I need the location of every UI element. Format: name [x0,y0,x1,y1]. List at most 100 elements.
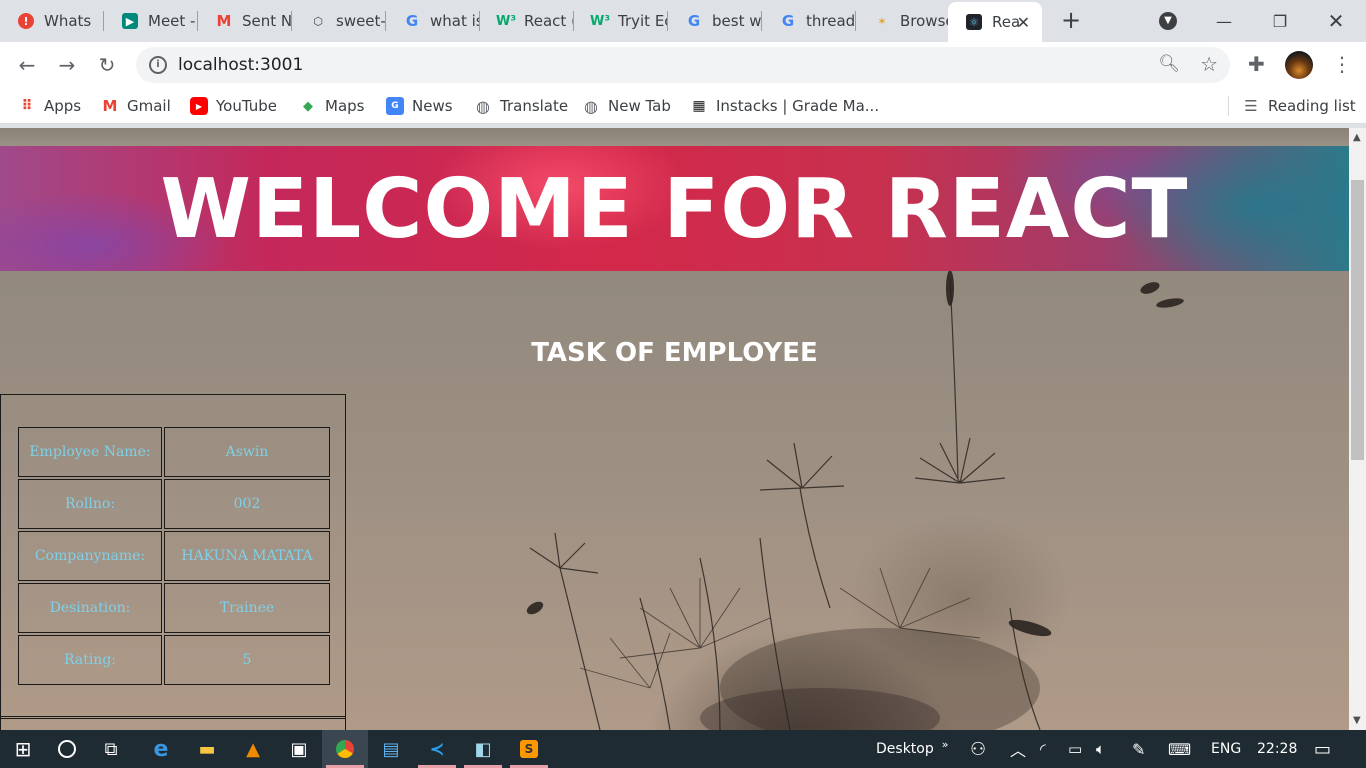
minimize-icon: — [1216,11,1232,31]
tab-gmail[interactable]: M Sent N [198,0,292,42]
cortana-icon [58,740,76,758]
bookmark-star-icon[interactable]: ☆ [1200,52,1218,76]
tab-tryit[interactable]: W³ Tryit Ec [574,0,668,42]
zoom-icon[interactable]: 🔍︎ [1158,54,1180,74]
close-tab-icon[interactable]: ✕ [1017,13,1030,32]
arrow-left-icon: ← [18,53,36,77]
more-menu-icon[interactable]: ⋮ [1332,52,1352,76]
bookmark-maps[interactable]: ◆ Maps [299,95,364,117]
google-icon: G [405,12,419,30]
bookmark-instacks[interactable]: ▦ Instacks | Grade Ma... [690,95,879,117]
people-icon[interactable]: ⚇ [970,730,986,768]
tab-search-button[interactable]: ▼ [1140,0,1196,42]
tab-sweet[interactable]: ⬡ sweet- [292,0,386,42]
alert-icon: ! [18,13,34,29]
language-indicator[interactable]: ENG [1211,730,1241,768]
table-row: Rollno: 002 [18,479,330,529]
tab-what-is[interactable]: G what is [386,0,480,42]
reload-button[interactable]: ↻ [94,52,120,78]
extensions-icon[interactable]: ✚ [1248,52,1265,76]
sublime-button[interactable]: S [506,730,552,768]
tab-whatsapp[interactable]: ! Whats [0,0,104,42]
store-button[interactable]: ▣ [276,730,322,768]
task-view-button[interactable]: ⧉ [88,730,134,768]
start-button[interactable]: ⊞ [0,730,46,768]
volume-icon[interactable]: 🔈︎ [1096,730,1105,768]
tab-title: Sent N [242,12,292,30]
row-value: Trainee [164,583,330,633]
clock[interactable]: 22:28 [1257,730,1297,768]
pen-icon[interactable]: ✎ [1132,730,1145,768]
tab-title: sweet- [336,12,386,30]
tab-thread[interactable]: G thread [762,0,856,42]
gmail-icon: M [102,97,118,115]
reading-list-label: Reading list [1268,97,1356,115]
edge-button[interactable]: e [138,730,184,768]
tab-meet[interactable]: ▶ Meet - [104,0,198,42]
vscode-icon: ≺ [429,738,445,760]
instacks-icon: ▦ [692,98,706,114]
wifi-icon[interactable]: ◜ [1040,730,1046,768]
windows-start-icon: ⊞ [14,737,32,761]
tab-title: Tryit Ec [618,12,668,30]
package-icon: ⬡ [313,14,323,28]
battery-icon[interactable]: ▭ [1068,730,1082,768]
bookmark-label: Maps [325,97,365,115]
table-row: Employee Name: Aswin [18,427,330,477]
chrome-button[interactable] [322,730,368,768]
react-icon: ⚛ [966,14,982,30]
row-value: Aswin [164,427,330,477]
chevron-up-icon[interactable]: ︿ [1010,730,1026,768]
forward-button[interactable]: → [54,52,80,78]
info-icon[interactable]: i [149,56,167,74]
bookmark-apps[interactable]: ⠿ Apps [18,95,82,117]
restore-button[interactable]: ❐ [1252,0,1308,42]
back-button[interactable]: ← [14,52,40,78]
tab-title: Meet - [148,12,196,30]
tab-browserstack[interactable]: ✶ Browse [856,0,948,42]
arrow-right-icon: → [58,53,76,77]
page-scrollbar[interactable]: ▲ ▼ [1349,128,1366,730]
vlc-button[interactable]: ▲ [230,730,276,768]
bookmark-translate[interactable]: ◍ Translate [474,95,568,117]
close-icon: ✕ [1327,9,1345,33]
notepad-button[interactable]: ▤ [368,730,414,768]
restore-icon: ❐ [1272,11,1288,31]
cortana-button[interactable] [44,730,90,768]
desktop-toolbar[interactable]: Desktop » [876,730,948,768]
new-tab-button[interactable]: + [1058,8,1084,34]
scroll-up-icon[interactable]: ▲ [1353,132,1361,143]
bookmark-label: Gmail [127,97,171,115]
file-explorer-button[interactable]: ▬ [184,730,230,768]
table-row: Companyname: HAKUNA MATATA [18,531,330,581]
scrollbar-thumb[interactable] [1351,180,1364,460]
notification-icon[interactable]: ▭ [1314,730,1331,768]
keyboard-icon[interactable]: ⌨ [1168,730,1191,768]
bookmarks-bar: ⠿ Apps M Gmail ▶ YouTube ◆ Maps G News ◍… [0,88,1366,124]
w3schools-icon: W³ [495,13,517,29]
bookmark-news[interactable]: G News [386,95,453,117]
table-row: Rating: 5 [18,635,330,685]
bookmark-youtube[interactable]: ▶ YouTube [190,95,277,117]
task-view-icon: ⧉ [104,738,118,760]
bookmark-new-tab[interactable]: ◍ New Tab [582,95,671,117]
tab-react-app[interactable]: ⚛ Rea ✕ [948,2,1042,42]
reading-list-button[interactable]: ☰ Reading list [1242,95,1356,117]
scroll-down-icon[interactable]: ▼ [1353,715,1361,726]
employee-card-next [0,716,346,730]
minimize-button[interactable]: — [1196,0,1252,42]
notes-icon: ◧ [474,738,492,760]
url-text[interactable]: localhost:3001 [178,55,303,75]
tab-react-w3[interactable]: W³ React ( [480,0,574,42]
bookmark-gmail[interactable]: M Gmail [101,95,171,117]
close-window-button[interactable]: ✕ [1308,0,1364,42]
file-explorer-icon: ▬ [198,738,216,760]
google-icon: G [781,12,795,30]
row-value: 002 [164,479,330,529]
notes-button[interactable]: ◧ [460,730,506,768]
address-bar[interactable]: i localhost:3001 🔍︎ ☆ [136,47,1230,83]
globe-icon: ◍ [476,96,490,116]
tab-best[interactable]: G best w [668,0,762,42]
vscode-button[interactable]: ≺ [414,730,460,768]
avatar[interactable] [1285,51,1313,79]
